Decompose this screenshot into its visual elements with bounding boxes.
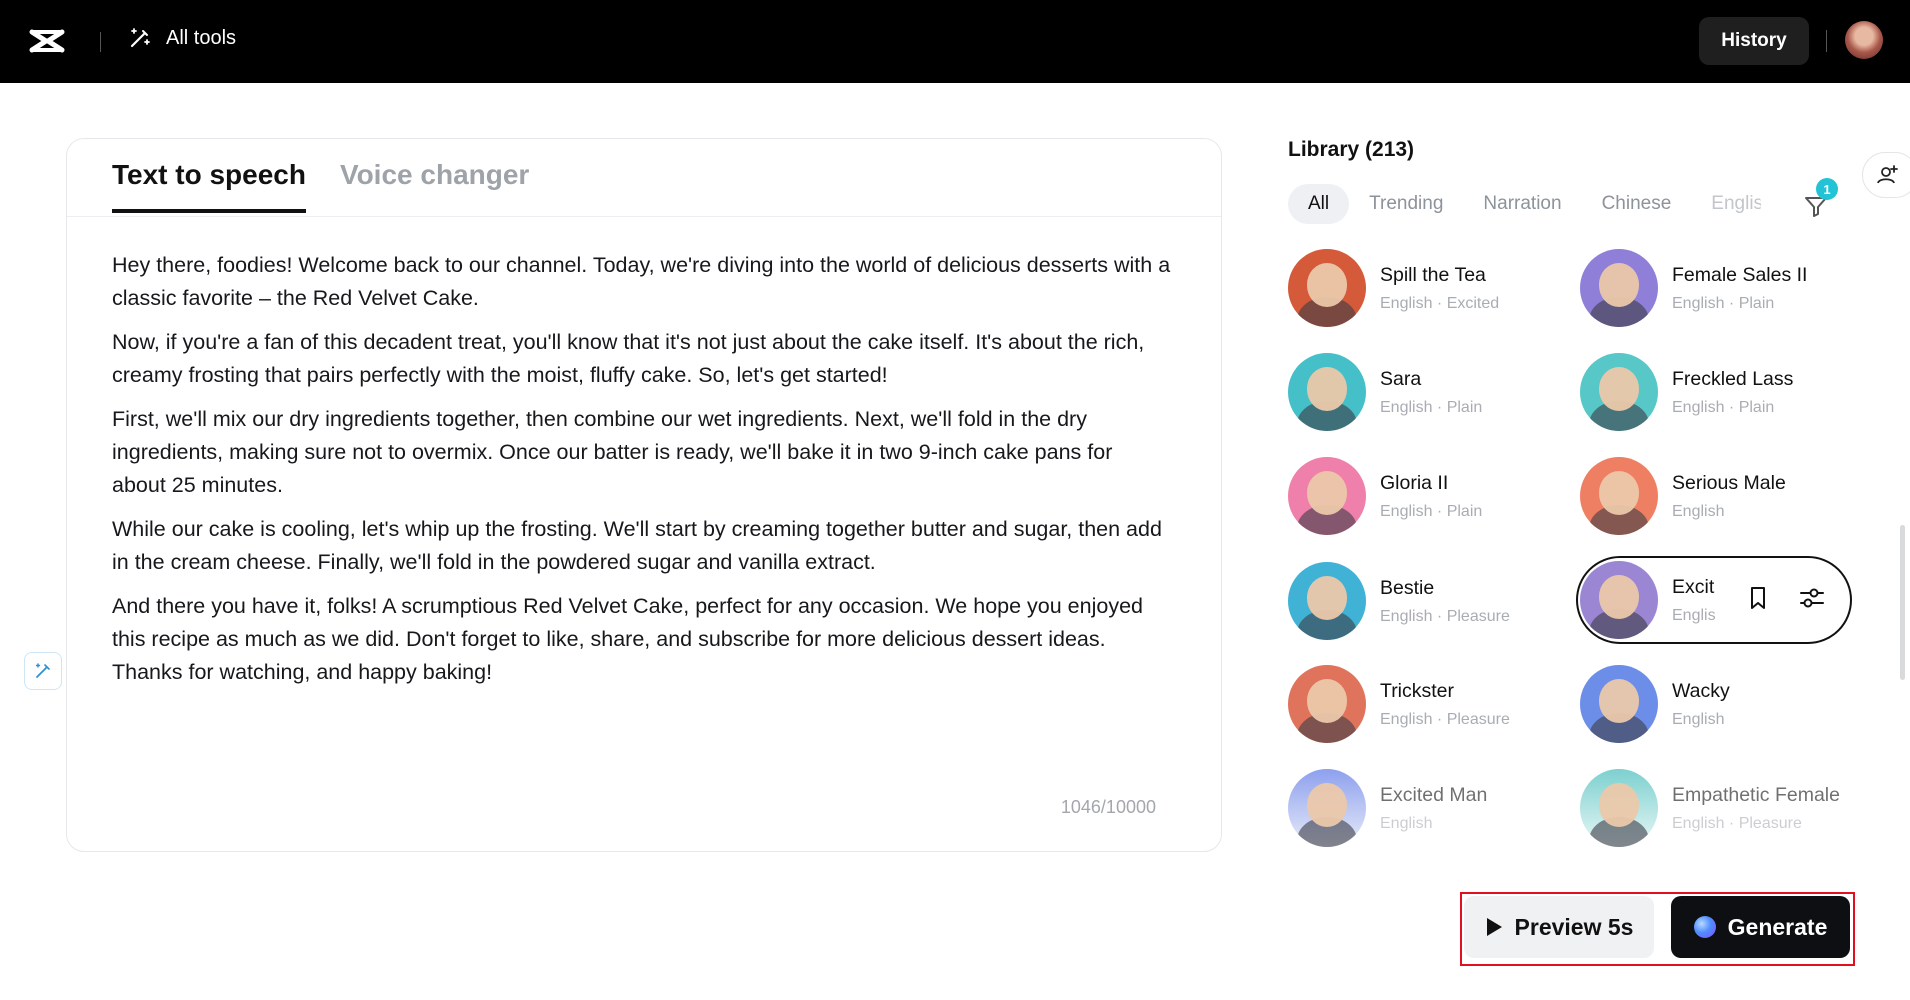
filter-chip-chinese[interactable]: Chinese: [1582, 184, 1692, 224]
mode-tabs: Text to speech Voice changer: [112, 159, 529, 213]
voice-name: Gloria II: [1380, 471, 1449, 494]
voice-meta: English · Excited: [1380, 294, 1500, 312]
voice-name: Freckled Lass: [1672, 367, 1794, 390]
voice-card-excited-man[interactable]: Excited Man English: [1288, 768, 1568, 848]
voice-name: Wacky: [1672, 679, 1730, 702]
voice-name: Sara: [1380, 367, 1422, 390]
character-counter: 1046/10000: [1060, 797, 1156, 817]
voice-name: Excit: [1672, 575, 1715, 598]
play-icon: [1486, 918, 1502, 936]
library-title: Library (213): [1288, 138, 1415, 161]
voice-avatar: [1288, 665, 1366, 743]
generate-button[interactable]: Generate: [1671, 896, 1850, 958]
voice-meta: English · Pleasure: [1672, 814, 1802, 832]
voice-avatar: [1580, 561, 1658, 639]
voice-avatar: [1288, 562, 1366, 640]
ai-writer-button[interactable]: [24, 652, 62, 690]
filter-chip-all[interactable]: All: [1288, 184, 1350, 224]
magic-pen-icon: [35, 663, 50, 678]
top-bar: All tools History: [0, 0, 1910, 83]
voice-card-wacky[interactable]: Wacky English: [1580, 664, 1860, 744]
all-tools-button[interactable]: All tools: [128, 26, 236, 50]
voice-card-bestie[interactable]: Bestie English · Pleasure: [1288, 561, 1568, 641]
voice-card-excited-selected[interactable]: Excit Englis: [1576, 556, 1852, 644]
voice-meta: English · Plain: [1380, 398, 1483, 416]
voice-name: Trickster: [1380, 679, 1455, 702]
magic-wand-icon: [130, 28, 150, 48]
tab-voice-changer[interactable]: Voice changer: [340, 159, 529, 213]
voice-meta: English: [1672, 710, 1725, 728]
voice-meta: English · Plain: [1672, 398, 1775, 416]
tab-divider: [67, 216, 1221, 217]
voice-avatar: [1580, 249, 1658, 327]
voice-meta: Englis: [1672, 606, 1716, 624]
voice-card-female-sales-ii[interactable]: Female Sales II English · Plain: [1580, 248, 1860, 328]
voice-card-trickster[interactable]: Trickster English · Pleasure: [1288, 664, 1568, 744]
voice-avatar: [1580, 457, 1658, 535]
voice-card-sara[interactable]: Sara English · Plain: [1288, 352, 1568, 432]
script-paragraph: First, we'll mix our dry ingredients tog…: [112, 407, 1113, 497]
script-textarea[interactable]: Hey there, foodies! Welcome back to our …: [112, 249, 1172, 700]
filter-count-badge: 1: [1816, 178, 1838, 200]
history-button[interactable]: History: [1699, 17, 1809, 65]
preview-label: Preview 5s: [1514, 913, 1634, 940]
user-avatar[interactable]: [1845, 21, 1883, 59]
clone-voice-button[interactable]: [1862, 152, 1910, 198]
user-add-icon: [1877, 165, 1898, 184]
filter-chip-english[interactable]: Englis: [1691, 184, 1761, 224]
text-editor-card: Text to speech Voice changer Hey there, …: [66, 138, 1222, 852]
voice-meta: English · Pleasure: [1380, 710, 1510, 728]
divider: [1826, 30, 1827, 52]
voice-card-empathetic-female[interactable]: Empathetic Female English · Pleasure: [1580, 768, 1860, 848]
voice-card-serious-male[interactable]: Serious Male English: [1580, 456, 1860, 536]
voice-meta: English · Pleasure: [1380, 607, 1510, 625]
divider: [100, 32, 101, 52]
script-paragraph: Now, if you're a fan of this decadent tr…: [112, 330, 1145, 387]
voice-name: Serious Male: [1672, 471, 1786, 494]
script-paragraph: Hey there, foodies! Welcome back to our …: [112, 253, 1171, 310]
voice-avatar: [1580, 353, 1658, 431]
voice-meta: English · Plain: [1672, 294, 1775, 312]
library-scrollbar[interactable]: [1900, 525, 1905, 680]
voice-avatar: [1288, 769, 1366, 847]
library-filter-chips: All Trending Narration Chinese Englis: [1288, 184, 1761, 224]
preview-button[interactable]: Preview 5s: [1464, 896, 1654, 958]
filter-chip-trending[interactable]: Trending: [1349, 184, 1463, 224]
filter-chip-narration[interactable]: Narration: [1463, 184, 1581, 224]
script-paragraph: While our cake is cooling, let's whip up…: [112, 517, 1162, 574]
script-paragraph: And there you have it, folks! A scrumpti…: [112, 594, 1143, 684]
generate-label: Generate: [1727, 913, 1828, 940]
voice-avatar: [1580, 665, 1658, 743]
bookmark-icon[interactable]: [1744, 584, 1772, 612]
voice-avatar: [1288, 353, 1366, 431]
voice-avatar: [1580, 769, 1658, 847]
voice-meta: English · Plain: [1380, 502, 1483, 520]
voice-name: Empathetic Female: [1672, 783, 1840, 806]
voice-card-spill-the-tea[interactable]: Spill the Tea English · Excited: [1288, 248, 1568, 328]
voice-card-actions: [1744, 584, 1826, 612]
voice-name: Bestie: [1380, 576, 1435, 599]
tab-text-to-speech[interactable]: Text to speech: [112, 159, 306, 213]
voice-meta: English: [1672, 502, 1725, 520]
voice-avatar: [1288, 457, 1366, 535]
voice-settings-icon[interactable]: [1798, 584, 1826, 612]
voice-name: Excited Man: [1380, 783, 1488, 806]
ai-orb-icon: [1693, 916, 1716, 938]
all-tools-label: All tools: [166, 26, 237, 49]
voice-card-freckled-lass[interactable]: Freckled Lass English · Plain: [1580, 352, 1860, 432]
voice-name: Spill the Tea: [1380, 263, 1486, 286]
voice-avatar: [1288, 249, 1366, 327]
voice-meta: English: [1380, 814, 1433, 832]
capcut-logo-icon[interactable]: [28, 24, 66, 58]
voice-card-gloria-ii[interactable]: Gloria II English · Plain: [1288, 456, 1568, 536]
voice-name: Female Sales II: [1672, 263, 1808, 286]
